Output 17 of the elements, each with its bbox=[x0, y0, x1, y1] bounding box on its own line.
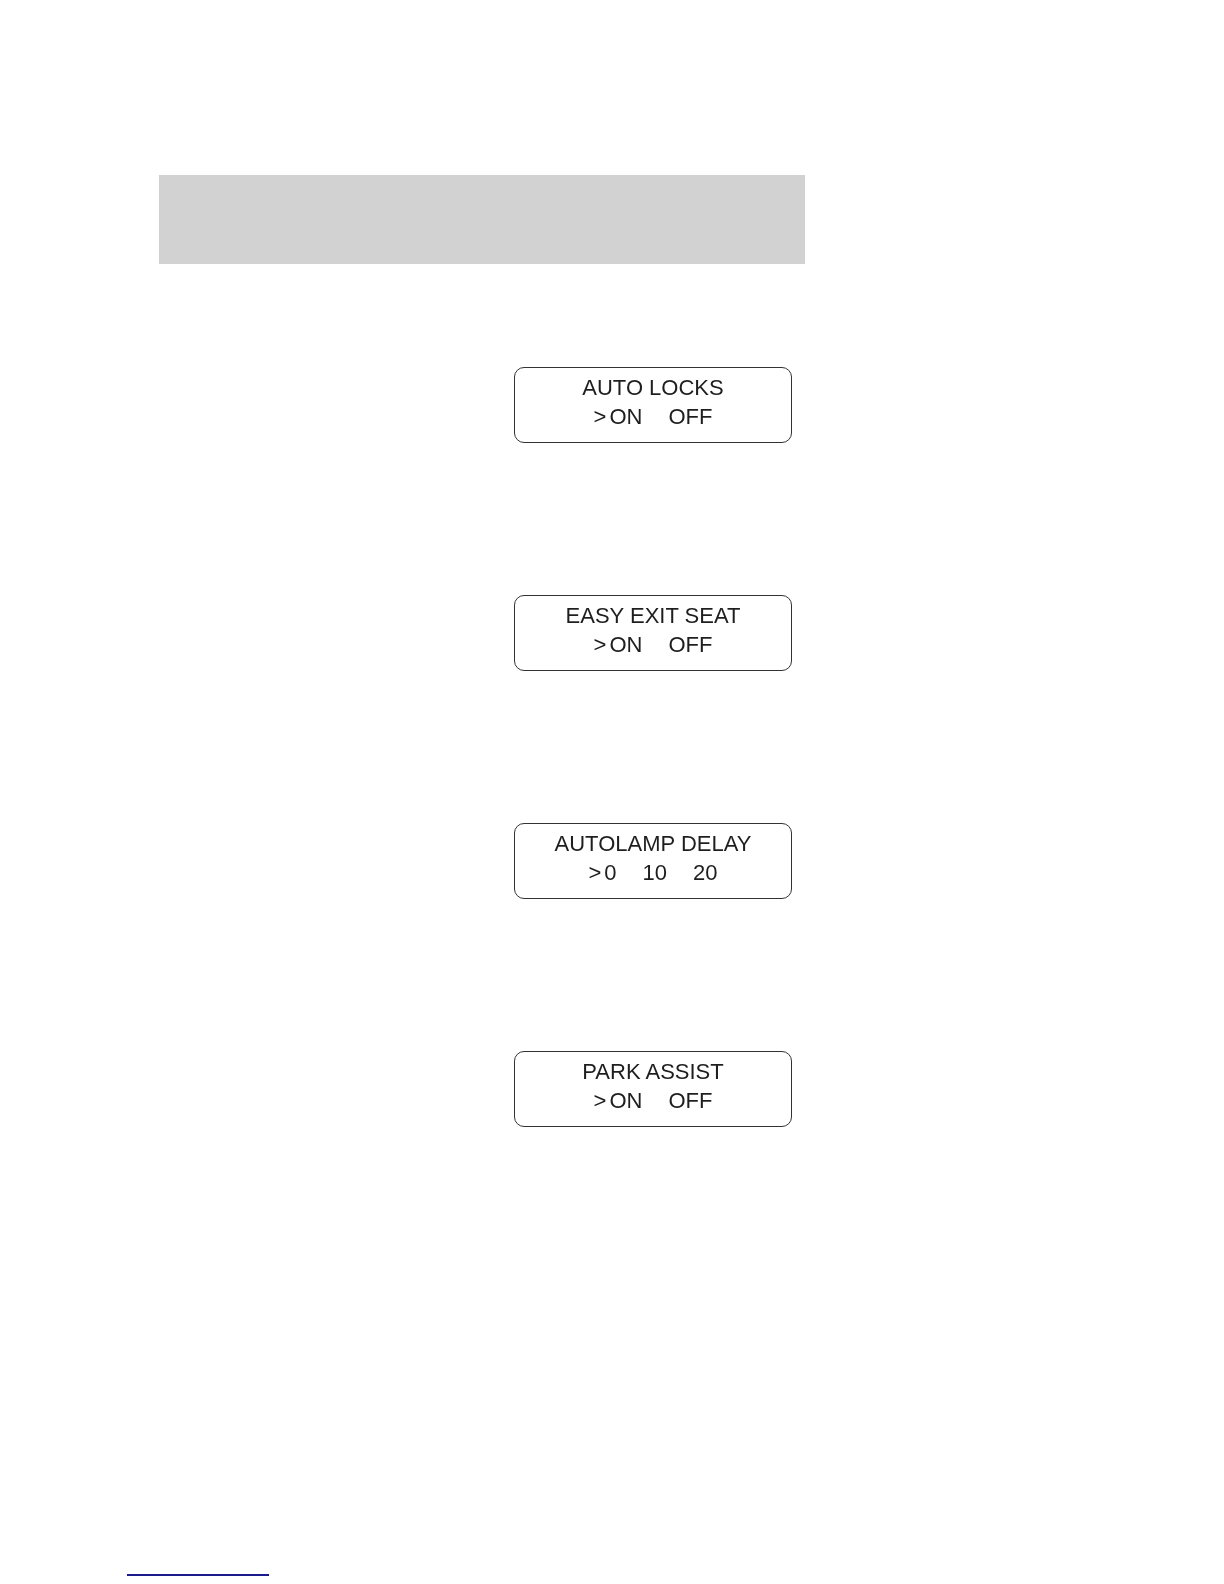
display-title: PARK ASSIST bbox=[582, 1059, 724, 1085]
selection-cursor: > bbox=[593, 1088, 607, 1114]
selection-cursor: > bbox=[588, 860, 602, 886]
option-label: ON bbox=[609, 632, 643, 658]
display-title: EASY EXIT SEAT bbox=[565, 603, 741, 629]
option-label: 20 bbox=[693, 860, 718, 886]
option-label: 10 bbox=[642, 860, 668, 886]
selection-cursor: > bbox=[593, 632, 607, 658]
selection-cursor: > bbox=[593, 404, 607, 430]
option-label: OFF bbox=[668, 1088, 713, 1114]
display-title: AUTOLAMP DELAY bbox=[554, 831, 752, 857]
option-label: ON bbox=[609, 1088, 643, 1114]
option-label: OFF bbox=[668, 632, 713, 658]
option-label: ON bbox=[609, 404, 643, 430]
display-title: AUTO LOCKS bbox=[582, 375, 724, 401]
option-label: 0 bbox=[604, 860, 617, 886]
option-label: OFF bbox=[668, 404, 713, 430]
